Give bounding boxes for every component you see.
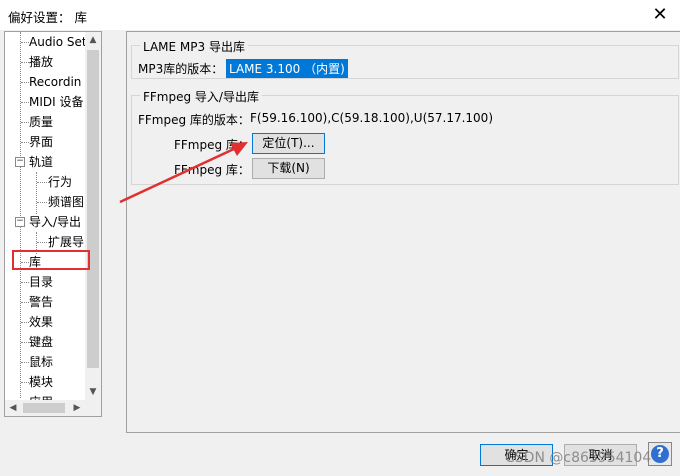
arrow-shaft <box>119 146 237 204</box>
annotation-arrow <box>119 142 248 204</box>
